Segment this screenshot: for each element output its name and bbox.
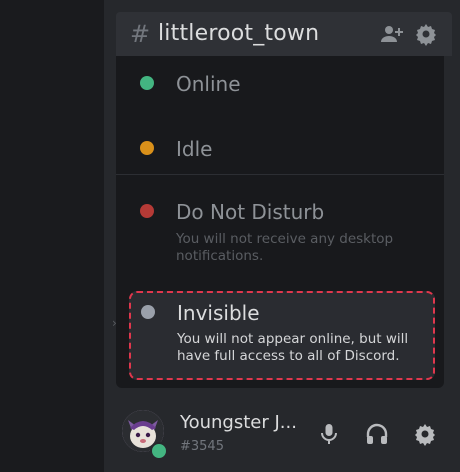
status-description: You will not receive any desktop notific… xyxy=(176,231,394,264)
server-rail xyxy=(0,0,104,472)
username: Youngster J... xyxy=(180,412,297,433)
user-panel: Youngster J... #3545 xyxy=(104,392,460,472)
gear-icon[interactable] xyxy=(414,22,438,46)
chevron-icon: › xyxy=(112,316,117,330)
idle-status-icon xyxy=(140,141,154,155)
status-label: Online xyxy=(176,72,241,96)
microphone-icon[interactable] xyxy=(317,422,341,446)
status-label: Do Not Disturb xyxy=(176,200,325,224)
invisible-status-icon xyxy=(141,305,155,319)
status-description: You will not appear online, but will hav… xyxy=(177,331,409,364)
channel-name[interactable]: littleroot_town xyxy=(158,21,319,46)
settings-gear-icon[interactable] xyxy=(413,422,437,446)
dnd-status-icon xyxy=(140,204,154,218)
status-option-idle[interactable]: Idle xyxy=(116,136,444,176)
channel-header: # littleroot_town xyxy=(116,12,452,56)
headphones-icon[interactable] xyxy=(365,422,389,446)
status-label: Idle xyxy=(176,137,213,161)
online-status-indicator xyxy=(150,442,168,460)
status-option-dnd[interactable]: Do Not Disturb You will not receive any … xyxy=(116,200,444,270)
status-label: Invisible xyxy=(177,301,260,325)
status-option-invisible[interactable]: Invisible You will not appear online, bu… xyxy=(129,291,435,380)
user-tag: #3545 xyxy=(180,439,224,454)
status-option-online[interactable]: Online xyxy=(116,70,444,110)
add-member-icon[interactable] xyxy=(380,22,404,46)
channel-hash-icon: # xyxy=(130,20,151,48)
online-status-icon xyxy=(140,76,154,90)
